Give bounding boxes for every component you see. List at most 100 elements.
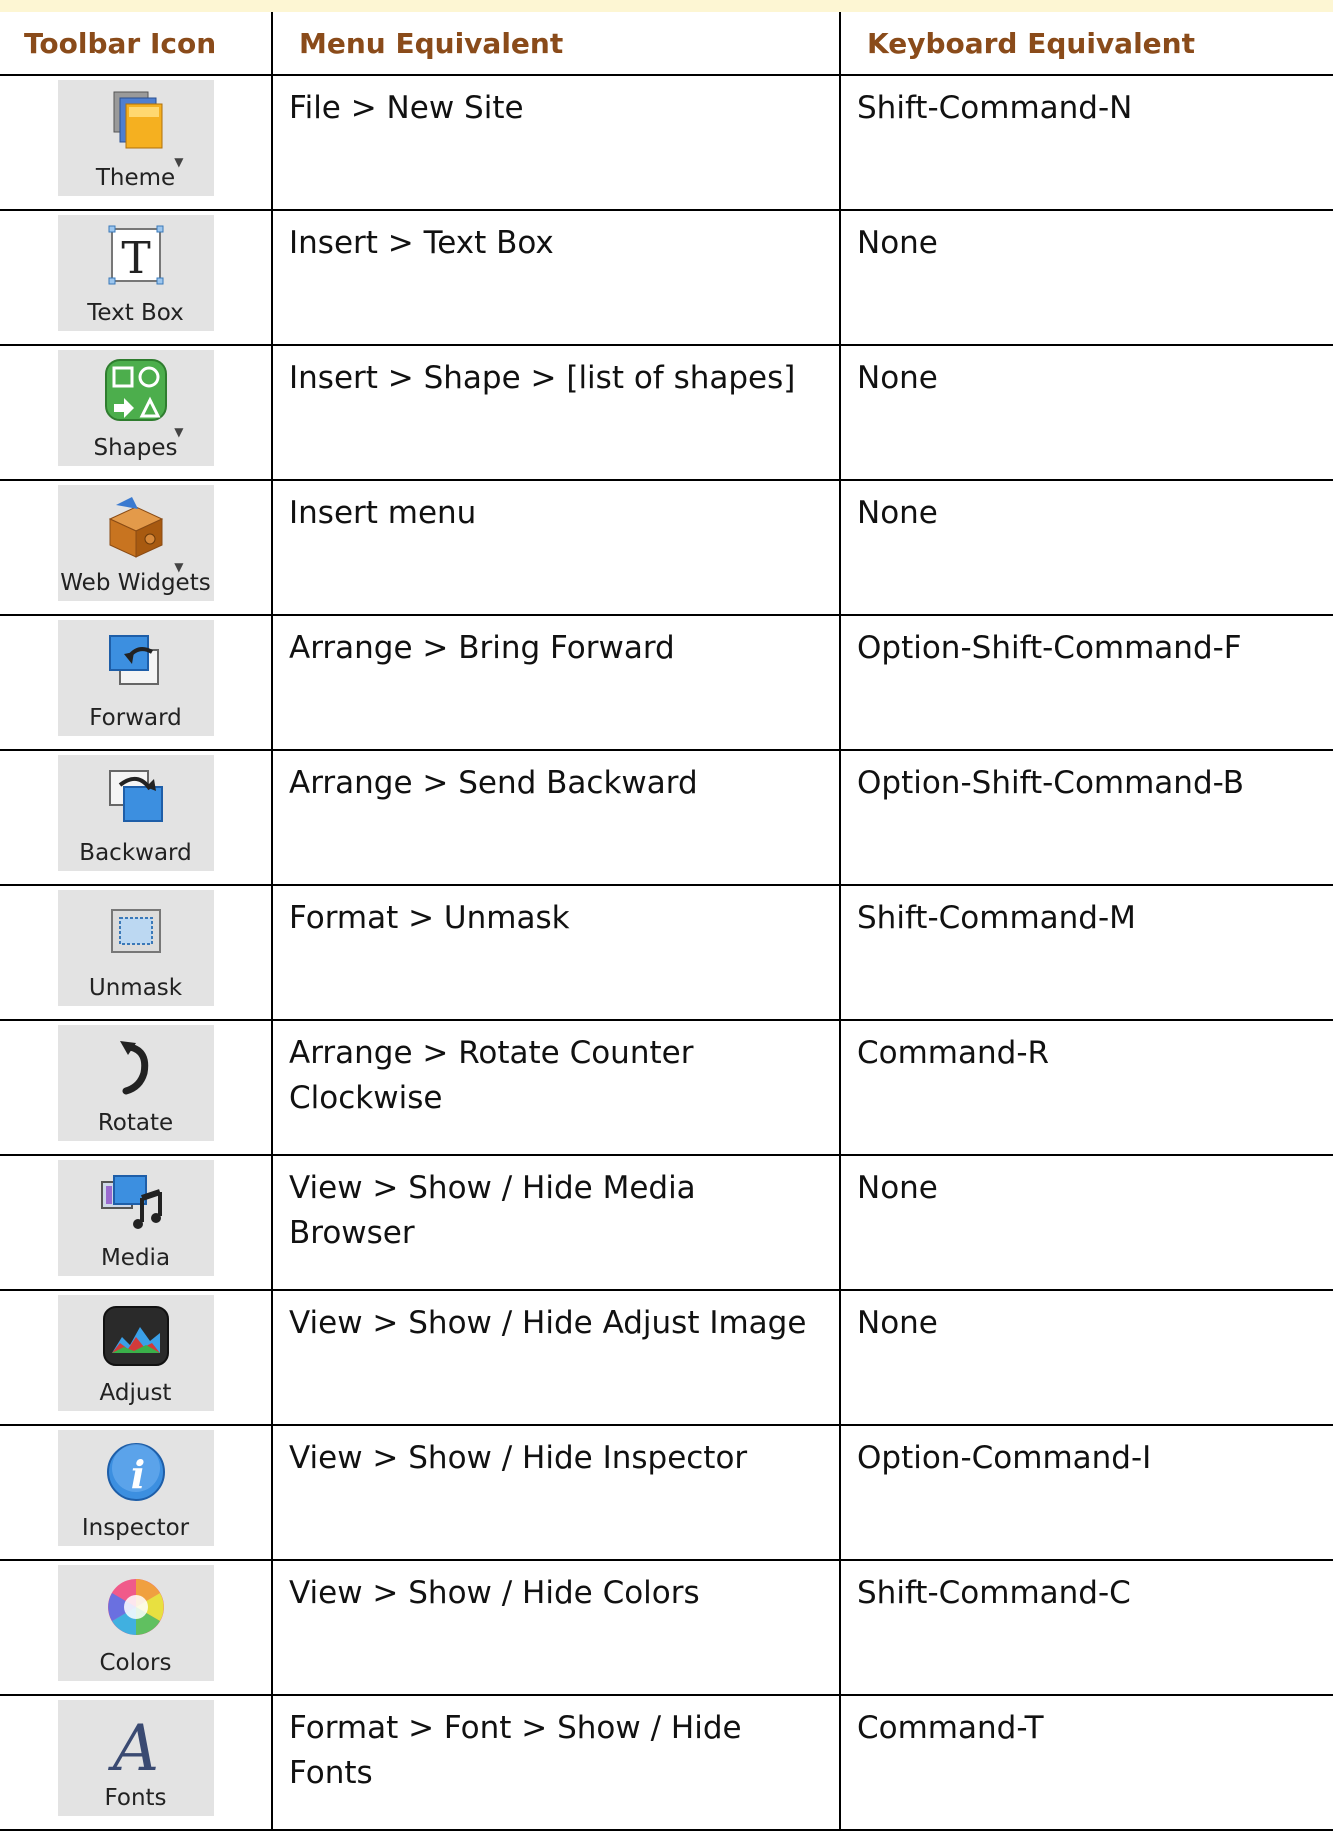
svg-text:i: i	[130, 1452, 144, 1497]
menu-equivalent-cell: Arrange > Bring Forward	[272, 615, 841, 751]
toolbar-icon-label: Shapes	[93, 435, 178, 461]
toolbar-icon-cell: A Fonts	[0, 1695, 273, 1831]
table-row: Rotate Arrange > Rotate Counter Clockwise…	[0, 1020, 1333, 1156]
toolbar-icon-label: Inspector	[81, 1515, 190, 1541]
adjust-icon	[102, 1306, 169, 1366]
table-row: Colors View > Show / Hide Colors Shift-Com…	[0, 1560, 1333, 1696]
keyboard-equivalent-cell: Option-Command-I	[840, 1425, 1333, 1561]
toolbar-icon-label: Text Box	[87, 300, 184, 326]
forward-toolbar-button[interactable]: Forward	[57, 620, 214, 736]
keyboard-equivalent-cell: Command-T	[840, 1695, 1333, 1831]
menu-equivalent-cell: View > Show / Hide Media Browser	[272, 1155, 841, 1291]
toolbar-icon-cell: ▼ Web Widgets	[0, 480, 273, 616]
menu-equivalent-cell: View > Show / Hide Inspector	[272, 1425, 841, 1561]
keyboard-equivalent-cell: None	[840, 210, 1333, 346]
toolbar-icon-cell: Rotate	[0, 1020, 273, 1156]
menu-equivalent-cell: View > Show / Hide Colors	[272, 1560, 841, 1696]
shapes-icon	[104, 359, 167, 421]
table-row: i Inspector View > Show / Hide Inspector Op…	[0, 1425, 1333, 1561]
header-keyboard-equivalent: Keyboard Equivalent	[840, 12, 1333, 76]
fonts-icon: A	[107, 1712, 158, 1776]
menu-equivalent-cell: Arrange > Send Backward	[272, 750, 841, 886]
toolbar-icon-label: Forward	[89, 705, 182, 731]
menu-equivalent-cell: File > New Site	[272, 75, 841, 211]
menu-equivalent-cell: Format > Unmask	[272, 885, 841, 1021]
toolbar-icon-label: Web Widgets	[60, 570, 211, 596]
text-box-icon: T	[108, 225, 163, 285]
table-row: Forward Arrange > Bring Forward Option-Shi…	[0, 615, 1333, 751]
toolbar-icon-cell: i Inspector	[0, 1425, 273, 1561]
media-icon	[100, 1175, 162, 1229]
media-toolbar-button[interactable]: Media	[57, 1160, 214, 1276]
table-row: Backward Arrange > Send Backward Option-Sh…	[0, 750, 1333, 886]
toolbar-icon-cell: ▼ Theme	[0, 75, 273, 211]
inspector-toolbar-button[interactable]: i Inspector	[57, 1430, 214, 1546]
unmask-icon	[110, 909, 161, 953]
toolbar-icon-cell: ▼ Shapes	[0, 345, 273, 481]
toolbar-icon-label: Colors	[99, 1650, 172, 1676]
keyboard-equivalent-cell: Command-R	[840, 1020, 1333, 1156]
shapes-toolbar-button[interactable]: ▼ Shapes	[57, 350, 214, 466]
header-row: Toolbar Icon Menu Equivalent Keyboard Eq…	[0, 12, 1333, 76]
table-row: ▼ Shapes Insert > Shape > [list of shapes]…	[0, 345, 1333, 481]
table-row: Adjust View > Show / Hide Adjust Image Non…	[0, 1290, 1333, 1426]
menu-equivalent-cell: Arrange > Rotate Counter Clockwise	[272, 1020, 841, 1156]
theme-icon	[113, 91, 162, 149]
keyboard-equivalent-cell: None	[840, 480, 1333, 616]
toolbar-icon-cell: Adjust	[0, 1290, 273, 1426]
svg-text:A: A	[107, 1712, 158, 1776]
keyboard-equivalent-cell: None	[840, 1155, 1333, 1291]
table-row: ▼ Theme File > New Site Shift-Command-N	[0, 75, 1333, 211]
table-row: Media View > Show / Hide Media Browser Non…	[0, 1155, 1333, 1291]
toolbar-icon-cell: T Text Box	[0, 210, 273, 346]
svg-text:T: T	[121, 233, 150, 284]
toolbar-icon-label: Theme	[95, 165, 176, 191]
toolbar-icon-label: Fonts	[104, 1785, 167, 1811]
web-widgets-toolbar-button[interactable]: ▼ Web Widgets	[57, 485, 214, 601]
table-row: A Fonts Format > Font > Show / Hide Fonts C…	[0, 1695, 1333, 1831]
table-row: ▼ Web Widgets Insert menu None	[0, 480, 1333, 616]
backward-toolbar-button[interactable]: Backward	[57, 755, 214, 871]
inspector-icon: i	[106, 1443, 165, 1501]
toolbar-icon-cell: Colors	[0, 1560, 273, 1696]
unmask-toolbar-button[interactable]: Unmask	[57, 890, 214, 1006]
toolbar-icon-cell: Unmask	[0, 885, 273, 1021]
keyboard-equivalent-cell: Option-Shift-Command-B	[840, 750, 1333, 886]
menu-equivalent-cell: Format > Font > Show / Hide Fonts	[272, 1695, 841, 1831]
colors-icon	[107, 1579, 164, 1635]
toolbar-icon-label: Unmask	[88, 975, 183, 1001]
forward-icon	[108, 635, 159, 685]
menu-equivalent-cell: Insert menu	[272, 480, 841, 616]
toolbar-icon-cell: Media	[0, 1155, 273, 1291]
text-box-toolbar-button[interactable]: T Text Box	[57, 215, 214, 331]
keyboard-equivalent-cell: Shift-Command-N	[840, 75, 1333, 211]
menu-equivalent-cell: View > Show / Hide Adjust Image	[272, 1290, 841, 1426]
header-toolbar-icon: Toolbar Icon	[0, 12, 273, 76]
web-widgets-icon	[108, 497, 163, 558]
menu-equivalent-cell: Insert > Shape > [list of shapes]	[272, 345, 841, 481]
keyboard-equivalent-cell: Shift-Command-M	[840, 885, 1333, 1021]
theme-toolbar-button[interactable]: ▼ Theme	[57, 80, 214, 196]
toolbar-equivalents-table: Toolbar Icon Menu Equivalent Keyboard Eq…	[0, 12, 1333, 1831]
menu-equivalent-cell: Insert > Text Box	[272, 210, 841, 346]
adjust-toolbar-button[interactable]: Adjust	[57, 1295, 214, 1411]
toolbar-icon-label: Media	[100, 1245, 171, 1271]
rotate-icon	[119, 1041, 148, 1095]
fonts-toolbar-button[interactable]: A Fonts	[57, 1700, 214, 1816]
toolbar-icon-label: Rotate	[97, 1110, 174, 1136]
toolbar-icon-cell: Forward	[0, 615, 273, 751]
keyboard-equivalent-cell: None	[840, 1290, 1333, 1426]
page: Toolbar Icon Menu Equivalent Keyboard Eq…	[0, 0, 1333, 1831]
toolbar-icon-cell: Backward	[0, 750, 273, 886]
colors-toolbar-button[interactable]: Colors	[57, 1565, 214, 1681]
backward-icon	[108, 770, 163, 822]
rotate-toolbar-button[interactable]: Rotate	[57, 1025, 214, 1141]
keyboard-equivalent-cell: Option-Shift-Command-F	[840, 615, 1333, 751]
header-menu-equivalent: Menu Equivalent	[272, 12, 841, 76]
table-row: Unmask Format > Unmask Shift-Command-M	[0, 885, 1333, 1021]
keyboard-equivalent-cell: Shift-Command-C	[840, 1560, 1333, 1696]
toolbar-icon-label: Adjust	[99, 1380, 172, 1406]
toolbar-icon-label: Backward	[79, 840, 192, 866]
table-row: T Text Box Insert > Text Box None	[0, 210, 1333, 346]
keyboard-equivalent-cell: None	[840, 345, 1333, 481]
